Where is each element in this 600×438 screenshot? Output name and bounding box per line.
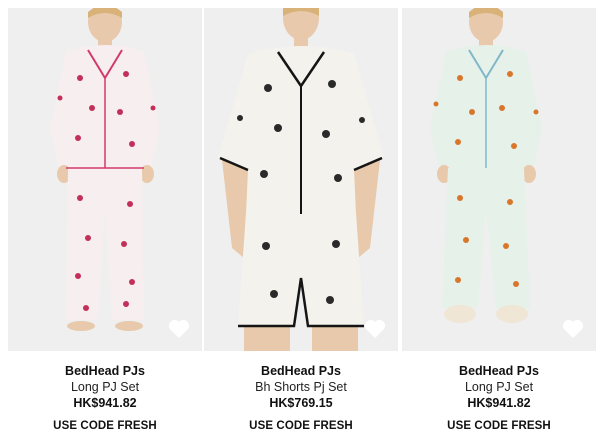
product-price: HK$769.15 — [269, 396, 333, 410]
product-info: BedHead PJs Bh Shorts Pj Set HK$769.15 U… — [204, 363, 398, 433]
product-name[interactable]: Long PJ Set — [8, 379, 202, 395]
product-image[interactable] — [402, 8, 596, 351]
product-price: HK$941.82 — [467, 396, 531, 410]
product-card[interactable]: BedHead PJs Long PJ Set HK$941.82 USE CO… — [8, 8, 202, 438]
heart-icon[interactable] — [168, 319, 190, 339]
product-image[interactable] — [8, 8, 202, 351]
promo-code: USE CODE FRESH — [249, 420, 353, 432]
product-info: BedHead PJs Long PJ Set HK$941.82 USE CO… — [8, 363, 202, 433]
product-name[interactable]: Long PJ Set — [402, 379, 596, 395]
product-card[interactable]: BedHead PJs Long PJ Set HK$941.82 USE CO… — [402, 8, 596, 438]
product-image[interactable] — [204, 8, 398, 351]
product-grid: BedHead PJs Long PJ Set HK$941.82 USE CO… — [0, 0, 600, 438]
promo-code: USE CODE FRESH — [447, 420, 551, 432]
product-brand[interactable]: BedHead PJs — [204, 363, 398, 379]
product-card[interactable]: BedHead PJs Bh Shorts Pj Set HK$769.15 U… — [204, 8, 398, 438]
product-price: HK$941.82 — [73, 396, 137, 410]
product-info: BedHead PJs Long PJ Set HK$941.82 USE CO… — [402, 363, 596, 433]
product-brand[interactable]: BedHead PJs — [402, 363, 596, 379]
product-name[interactable]: Bh Shorts Pj Set — [204, 379, 398, 395]
heart-icon[interactable] — [364, 319, 386, 339]
promo-code: USE CODE FRESH — [53, 420, 157, 432]
product-brand[interactable]: BedHead PJs — [8, 363, 202, 379]
heart-icon[interactable] — [562, 319, 584, 339]
